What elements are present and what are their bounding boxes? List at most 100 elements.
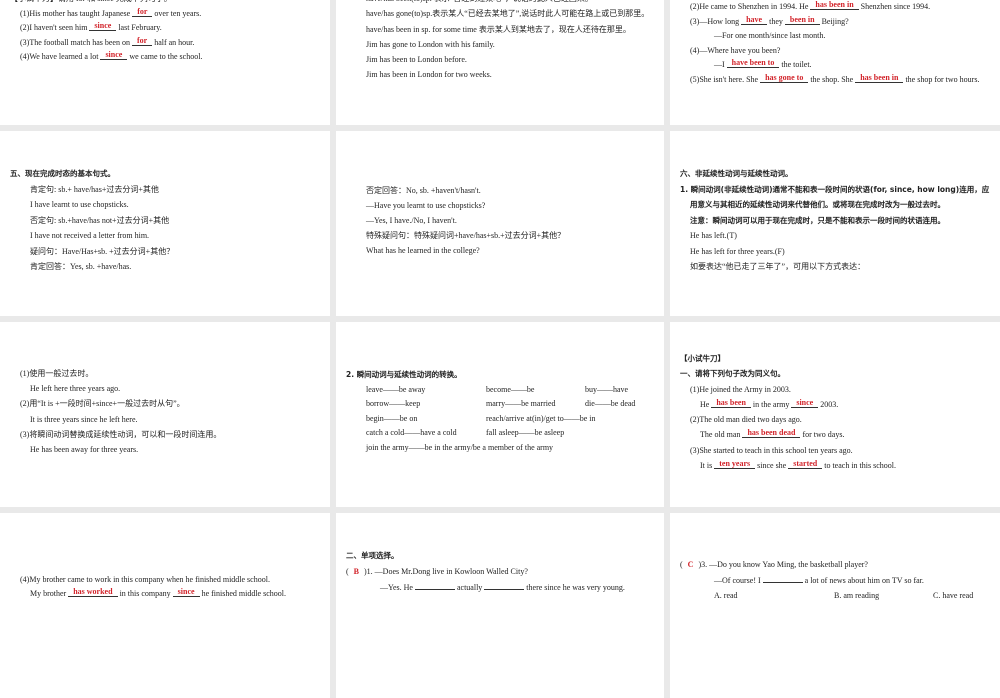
text: —Yes. He [380, 583, 415, 592]
text: 疑问句：Have/Has+sb. +过去分词+其他？ [30, 246, 175, 256]
text-line: have/has been in sp. for some time 表示某人到… [336, 22, 664, 37]
text-line: leave——be away become——be buy——have [336, 383, 664, 398]
table-cell: B. am reading [834, 591, 880, 600]
text: the shop. She [808, 74, 856, 84]
text: He has been away for three years. [30, 445, 139, 455]
text: Shenzhen since 1994. [858, 2, 931, 11]
answer-blank: for [131, 36, 153, 46]
text: (4)—Where have you been? [690, 45, 781, 55]
text-line: (1)He joined the Army in 2003. [670, 382, 1000, 397]
text: 五、现在完成时态的基本句式。 [10, 169, 115, 178]
text: have/has been(to)sp. 表示“曾经到过某地”，说话时此人已经回… [366, 0, 593, 3]
answer-choice: B [353, 567, 360, 576]
text-line: It is three years since he left here. [0, 412, 330, 427]
slide-basic-patterns-cont[interactable]: 否定回答：No, sb. +haven't/hasn't. —Have you l… [336, 131, 664, 316]
slide-verb-conversion[interactable]: 2. 瞬间动词与延续性动词的转换。 leave——be away become——b… [336, 322, 664, 507]
text-line: The old man has been dead for two days. [670, 427, 1000, 442]
text-line: He has been away for three years. [0, 442, 330, 457]
answer-blank: ten years [714, 460, 756, 470]
text: the toilet. [779, 60, 812, 70]
text-line: Jim has been to London before. [336, 52, 664, 67]
text: (1)His mother has taught Japanese [20, 8, 133, 18]
answer-blank: have been to [726, 59, 780, 69]
slide-verb-types[interactable]: 六、非延续性动词与延续性动词。 1. 瞬间动词(非延续性动词)通常不能和表一段时间… [670, 131, 1000, 316]
slide-rewrite-practice[interactable]: 【小试牛刀】 一、请将下列句子改为同义句。 (1)He joined the Arm… [670, 322, 1000, 507]
text: they [767, 16, 785, 26]
slide-been-gone-practice[interactable]: (2)He came to Shenzhen in 1994. He has b… [670, 0, 1000, 125]
text-line: catch a cold——have a cold fall asleep——be… [336, 426, 664, 441]
slide-basic-patterns[interactable]: 五、现在完成时态的基本句式。肯定句: sb.+ have/has+过去分词+其他… [0, 131, 330, 316]
slide-rewrite-practice-cont[interactable]: (4)My brother came to work in this compa… [0, 513, 330, 698]
empty-blank [414, 582, 455, 590]
text-line: —For one month/since last month. [670, 29, 1000, 44]
text: he finished middle school. [199, 589, 286, 598]
text: What has he learned in the college? [366, 246, 480, 255]
text: in this company [117, 589, 173, 598]
text: the shop for two hours. [903, 74, 980, 84]
table-cell: fall asleep——be asleep [486, 428, 565, 438]
text: ( [680, 560, 685, 569]
table-cell: A. read [714, 591, 738, 600]
answer-blank: since [89, 22, 117, 31]
text-line: (4)My brother came to work in this compa… [0, 573, 330, 587]
text-line: —Have you learnt to use chopsticks? [336, 198, 664, 213]
text: I have not received a letter from him. [30, 231, 150, 240]
text: 【小试牛刀】请用 for 和 since 完成下列句子。 [10, 0, 172, 3]
text: over ten years. [152, 8, 202, 18]
text-line: He has been in the army since 2003. [670, 397, 1000, 412]
table-cell: C. have read [933, 591, 974, 600]
text: (4)We have learned a lot [20, 52, 101, 61]
answer-blank: has been dead [742, 429, 801, 439]
text-line: Jim has gone to London with his family. [336, 37, 664, 52]
text: —For one month/since last month. [714, 31, 826, 41]
text: 肯定句: sb.+ have/has+过去分词+其他 [30, 184, 159, 194]
text-line: (5)She isn't here. She has gone to the s… [670, 73, 1000, 88]
answer-blank: has been in [810, 1, 859, 10]
text-line: 肯定句: sb.+ have/has+过去分词+其他 [0, 182, 330, 198]
text-line: (2)The old man died two days ago. [670, 412, 1000, 427]
text-line: (4)We have learned a lot since we came t… [0, 50, 330, 65]
text: (4)My brother came to work in this compa… [20, 575, 270, 584]
answer-blank: has worked [68, 588, 118, 597]
text: to teach in this school. [822, 461, 896, 471]
text: )3. —Do you know Yao Ming, the basketbal… [696, 560, 868, 569]
text-line: (3)She started to teach in this school t… [670, 443, 1000, 458]
text-line: (2)用“It is +一段时间+since+一般过去时从句”。 [0, 396, 330, 411]
text-line: borrow——keep marry——be married die——be dea… [336, 397, 664, 412]
text-line: 六、非延续性动词与延续性动词。 [670, 166, 1000, 182]
text: in the army [750, 399, 792, 409]
text: last February. [116, 23, 162, 32]
text: (5)She isn't here. She [690, 74, 761, 84]
slide-been-gone[interactable]: have/has been(to)sp. 表示“曾经到过某地”，说话时此人已经回… [336, 0, 664, 125]
text: 注意：瞬间动词可以用于现在完成时，只是不能和表示一段时间的状语连用。 [690, 215, 945, 225]
table-cell: reach/arrive at(in)/get to——be in [486, 413, 596, 423]
text: Beijing? [819, 16, 849, 26]
answer-blank: since [172, 588, 200, 597]
text: (2)The old man died two days ago. [690, 415, 802, 425]
text-line: —I have been to the toilet. [670, 58, 1000, 73]
slide-alternatives[interactable]: (1)使用一般过去时。 He left here three years ago.… [0, 322, 330, 507]
text: He [700, 399, 712, 409]
text: (3)—How long [690, 16, 742, 26]
table-cell: become——be [486, 384, 535, 394]
text: 如要表达“他已走了三年了”，可用以下方式表达： [690, 262, 866, 271]
table-cell: buy——have [585, 384, 629, 394]
slide-multiple-choice-cont[interactable]: ( C )3. —Do you know Yao Ming, the baske… [670, 513, 1000, 698]
text-line: 一、请将下列句子改为同义句。 [670, 366, 1000, 381]
text: It is three years since he left here. [30, 414, 138, 424]
text: —Have you learnt to use chopsticks? [366, 201, 486, 210]
text-line: 2. 瞬间动词与延续性动词的转换。 [336, 368, 664, 383]
text-line: (1)使用一般过去时。 [0, 366, 330, 381]
text-line: He has left for three years.(F) [670, 244, 1000, 260]
slide-for-since-practice[interactable]: 【小试牛刀】请用 for 和 since 完成下列句子。 (1)His mothe… [0, 0, 330, 125]
answer-choice: C [687, 560, 694, 569]
text-line: (3)The football match has been on for ha… [0, 36, 330, 51]
empty-blank [762, 575, 803, 583]
text-line: 五、现在完成时态的基本句式。 [0, 166, 330, 182]
text-line: (2)I haven't seen him since last Februar… [0, 21, 330, 36]
table-cell: marry——be married [486, 399, 556, 409]
slide-multiple-choice[interactable]: 二、单项选择。 ( B )1. —Does Mr.Dong live in Kow… [336, 513, 664, 698]
text: 六、非延续性动词与延续性动词。 [680, 169, 793, 178]
text: have/has gone(to)sp.表示某人“已经去某地了”,说话时此人可能… [366, 9, 650, 19]
text: (1)使用一般过去时。 [20, 369, 94, 378]
